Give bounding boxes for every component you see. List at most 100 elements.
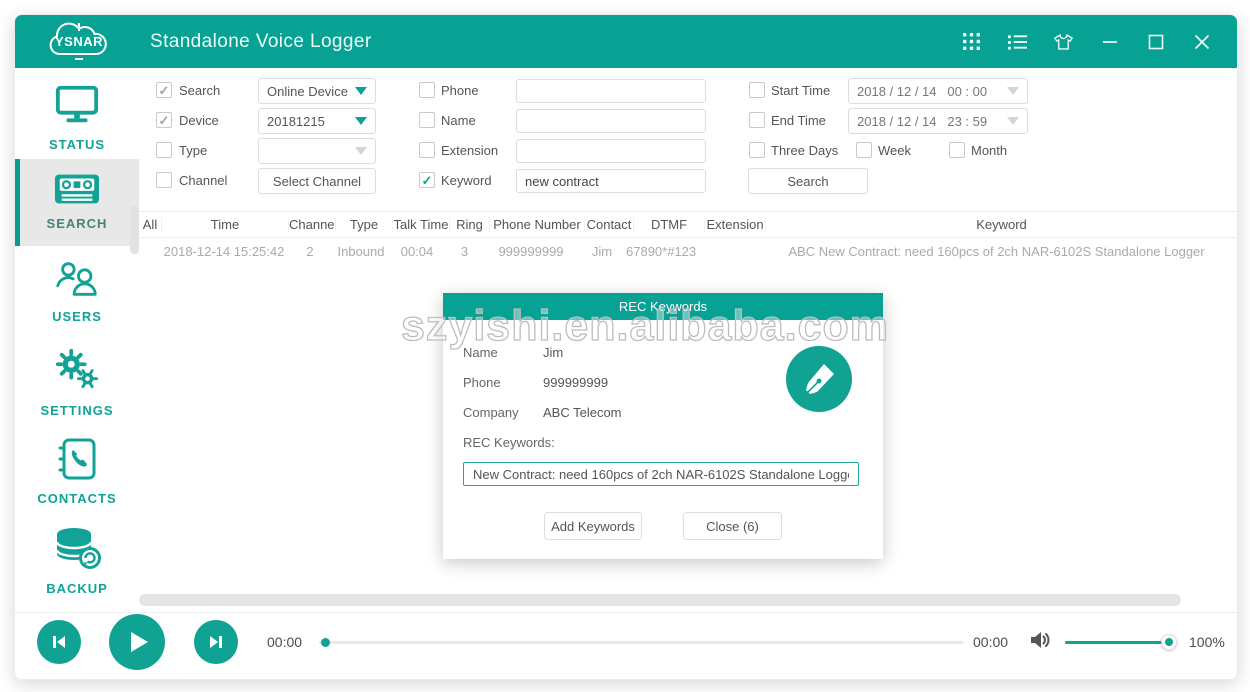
table-header: All Time Channel Type Talk Time Ring Pho…	[139, 211, 1237, 238]
total-time: 00:00	[973, 634, 1008, 650]
type-select[interactable]	[258, 138, 376, 164]
cell-talk-time: 00:04	[389, 244, 445, 259]
field-value-phone: 999999999	[543, 375, 608, 390]
speaker-icon[interactable]	[1029, 629, 1051, 656]
start-time-checkbox[interactable]	[749, 82, 765, 98]
column-header-ring: Ring	[450, 217, 490, 232]
three-days-checkbox[interactable]	[749, 142, 765, 158]
play-button[interactable]	[109, 614, 165, 670]
chevron-down-icon	[1007, 117, 1019, 125]
sidebar-item-backup[interactable]: BACKUP	[15, 526, 139, 596]
cell-type: Inbound	[333, 244, 389, 259]
cell-channel: 2	[287, 244, 333, 259]
next-icon	[207, 633, 225, 651]
extension-input[interactable]	[516, 139, 706, 163]
app-title: Standalone Voice Logger	[150, 31, 372, 53]
extension-checkbox[interactable]	[419, 142, 435, 158]
keyword-checkbox[interactable]: ✓	[419, 172, 435, 188]
app-window: YSNAR Standalone Voice Logger	[14, 14, 1238, 680]
month-label: Month	[971, 143, 1007, 158]
rec-keywords-label: REC Keywords:	[463, 435, 555, 450]
sidebar-item-status[interactable]: STATUS	[15, 84, 139, 152]
device-label: Device	[179, 113, 219, 128]
name-input[interactable]	[516, 109, 706, 133]
volume-fill	[1065, 641, 1169, 644]
sidebar-item-settings[interactable]: SETTINGS	[15, 348, 139, 418]
apps-grid-icon[interactable]	[962, 32, 981, 51]
week-checkbox[interactable]	[856, 142, 872, 158]
end-time-checkbox[interactable]	[749, 112, 765, 128]
keyword-label: Keyword	[441, 173, 492, 188]
previous-track-button[interactable]	[37, 620, 81, 664]
phone-label: Phone	[441, 83, 479, 98]
type-label: Type	[179, 143, 207, 158]
channel-checkbox[interactable]	[156, 172, 172, 188]
progress-knob[interactable]	[321, 638, 330, 647]
sidebar-item-label: USERS	[15, 309, 139, 324]
cell-time: 2018-12-14 15:25:42	[161, 244, 287, 259]
maximize-button[interactable]	[1146, 32, 1165, 51]
cell-ring: 3	[445, 244, 484, 259]
chevron-down-icon	[355, 87, 367, 95]
search-checkbox[interactable]: ✓	[156, 82, 172, 98]
horizontal-scrollbar[interactable]	[139, 594, 1181, 606]
main-content: ✓ Search Online Device Phone Start Time …	[139, 68, 1237, 613]
minimize-button[interactable]	[1100, 32, 1119, 51]
device-checkbox[interactable]: ✓	[156, 112, 172, 128]
edit-pen-icon[interactable]	[786, 346, 852, 412]
field-label-name: Name	[463, 345, 498, 360]
sidebar-item-label: CONTACTS	[15, 491, 139, 506]
start-time-picker[interactable]: 2018 / 12 / 14 00 : 00	[848, 78, 1028, 104]
sidebar-item-search[interactable]: SEARCH	[15, 159, 139, 246]
filter-row-4: Channel Select Channel ✓ Keyword Search	[139, 168, 1237, 194]
titlebar-icons	[962, 32, 1211, 51]
sidebar-item-contacts[interactable]: CONTACTS	[15, 438, 139, 506]
cell-dtmf: 67890*#123	[626, 244, 696, 259]
close-dialog-button[interactable]: Close (6)	[683, 512, 782, 540]
device-select[interactable]: 20181215	[258, 108, 376, 134]
week-label: Week	[878, 143, 911, 158]
field-label-company: Company	[463, 405, 519, 420]
player-bar: 00:00 00:00 100%	[15, 612, 1237, 679]
cell-phone-number: 999999999	[484, 244, 578, 259]
filter-row-3: Type Extension Three Days Week Month	[139, 138, 1237, 164]
column-header-all: All	[139, 217, 162, 232]
search-button[interactable]: Search	[748, 168, 868, 194]
list-view-icon[interactable]	[1008, 32, 1027, 51]
column-header-dtmf: DTMF	[634, 217, 705, 232]
volume-slider[interactable]	[1065, 641, 1177, 644]
table-row[interactable]: 2018-12-14 15:25:42 2 Inbound 00:04 3 99…	[139, 238, 1237, 264]
table-vertical-scrollbar[interactable]	[130, 206, 139, 254]
name-checkbox[interactable]	[419, 112, 435, 128]
page: YSNAR Standalone Voice Logger	[0, 0, 1250, 692]
phonebook-icon	[57, 438, 97, 480]
month-checkbox[interactable]	[949, 142, 965, 158]
chevron-down-icon	[355, 117, 367, 125]
end-time-picker[interactable]: 2018 / 12 / 14 23 : 59	[848, 108, 1028, 134]
keyword-input[interactable]	[516, 169, 706, 193]
cell-contact: Jim	[578, 244, 626, 259]
channel-label: Channel	[179, 173, 227, 188]
online-device-select[interactable]: Online Device	[258, 78, 376, 104]
next-track-button[interactable]	[194, 620, 238, 664]
add-keywords-button[interactable]: Add Keywords	[544, 512, 642, 540]
titlebar: YSNAR Standalone Voice Logger	[15, 15, 1237, 68]
field-label-phone: Phone	[463, 375, 501, 390]
phone-checkbox[interactable]	[419, 82, 435, 98]
elapsed-time: 00:00	[267, 634, 302, 650]
column-header-keyword: Keyword	[766, 217, 1237, 232]
column-header-talk-time: Talk Time	[393, 217, 450, 232]
close-button[interactable]	[1192, 32, 1211, 51]
sidebar-item-users[interactable]: USERS	[15, 258, 139, 324]
type-checkbox[interactable]	[156, 142, 172, 158]
brand-logo: YSNAR	[45, 19, 113, 65]
rec-keywords-input[interactable]	[463, 462, 859, 486]
progress-slider[interactable]	[319, 641, 963, 644]
select-channel-button[interactable]: Select Channel	[258, 168, 376, 194]
play-icon	[128, 631, 150, 653]
start-time-label: Start Time	[771, 83, 830, 98]
phone-input[interactable]	[516, 79, 706, 103]
cassette-tape-icon	[54, 173, 100, 205]
volume-knob[interactable]	[1161, 634, 1177, 650]
skin-theme-icon[interactable]	[1054, 32, 1073, 51]
